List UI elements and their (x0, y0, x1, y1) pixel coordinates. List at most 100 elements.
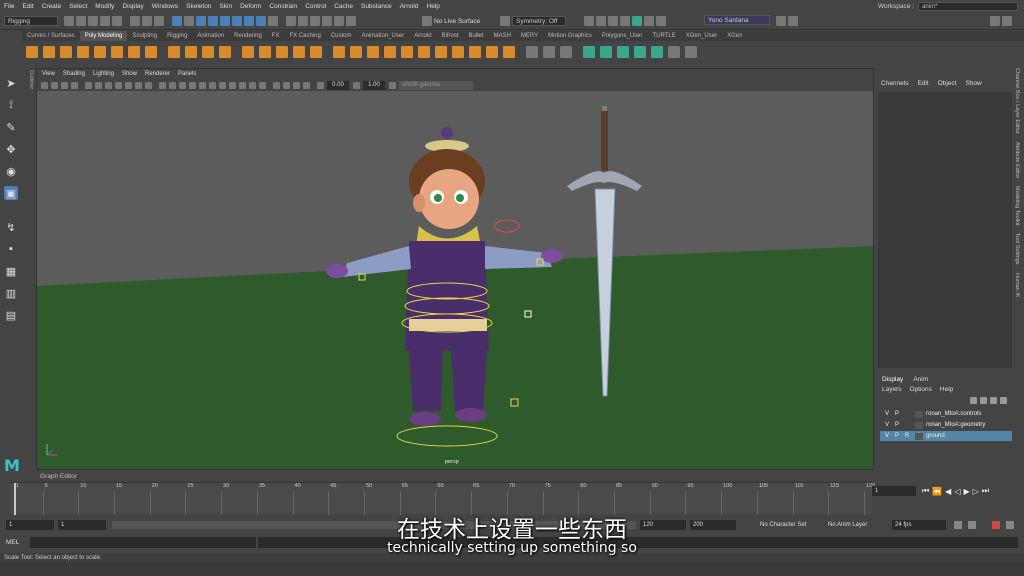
cylindrical-map-icon[interactable] (634, 46, 646, 58)
safe-action-icon[interactable] (135, 81, 142, 89)
move-tool-icon[interactable]: ✥ (4, 142, 18, 156)
layer-row[interactable]: V P Rground (880, 431, 1012, 441)
hypershade-icon[interactable] (632, 16, 642, 26)
go-to-start-icon[interactable]: ⏮ (922, 486, 929, 496)
side-by-side-icon[interactable]: ▥ (4, 286, 18, 300)
shelf-tab-fx-caching[interactable]: FX Caching (284, 31, 325, 41)
isolate-select-icon[interactable] (273, 81, 280, 89)
lasso-tool-icon[interactable]: ⟟ (4, 98, 18, 112)
use-all-lights-icon[interactable] (209, 81, 216, 89)
select-mask-icon[interactable] (172, 16, 182, 26)
circularize-icon[interactable] (503, 46, 515, 58)
channel-box-menu-edit[interactable]: Edit (917, 80, 928, 87)
menu-modify[interactable]: Modify (95, 3, 114, 10)
single-view-icon[interactable]: ▪ (4, 242, 18, 256)
append-polygon-icon[interactable] (384, 46, 396, 58)
depth-of-field-icon[interactable] (259, 81, 266, 89)
color-management-icon[interactable] (389, 81, 396, 89)
shelf-tab-polygons-user[interactable]: Polygons_User (597, 31, 648, 41)
menu-arnold[interactable]: Arnold (400, 3, 419, 10)
shelf-tab-curves-surfaces[interactable]: Curves / Surfaces (22, 31, 80, 41)
side-tab-tool-settings[interactable]: Tool Settings (1014, 233, 1020, 265)
poly-cylinder-icon[interactable] (60, 46, 72, 58)
slide-edge-icon[interactable] (560, 46, 572, 58)
menu-constrain[interactable]: Constrain (269, 3, 297, 10)
side-tab-channel-box-layer-editor[interactable]: Channel Box / Layer Editor (1014, 68, 1020, 134)
shelf-tab-xgen-user[interactable]: XGen_User (681, 31, 722, 41)
channel-box-body[interactable] (878, 92, 1012, 368)
menu-control[interactable]: Control (305, 3, 326, 10)
step-forward-frame-icon[interactable]: ▷ (973, 487, 979, 496)
panel-menu-lighting[interactable]: Lighting (93, 71, 114, 77)
toggle-panel-icon[interactable] (656, 16, 666, 26)
redo-icon[interactable] (112, 16, 122, 26)
menu-create[interactable]: Create (42, 3, 62, 10)
scale-tool-icon[interactable]: ▣ (4, 186, 18, 200)
shelf-tab-rigging[interactable]: Rigging (162, 31, 192, 41)
open-scene-icon[interactable] (76, 16, 86, 26)
panel-menu-panels[interactable]: Panels (178, 71, 196, 77)
snap-plane-icon[interactable] (322, 16, 332, 26)
soft-edge-icon[interactable] (668, 46, 680, 58)
live-surface-icon[interactable] (422, 16, 432, 26)
bridge-icon[interactable] (350, 46, 362, 58)
save-scene-icon[interactable] (88, 16, 98, 26)
shelf-tab-bifrost[interactable]: Bifrost (437, 31, 464, 41)
new-empty-layer-icon[interactable] (990, 397, 997, 404)
wedge-icon[interactable] (486, 46, 498, 58)
wireframe-icon[interactable] (159, 81, 166, 89)
move-layer-down-icon[interactable] (980, 397, 987, 404)
combine-icon[interactable] (242, 46, 254, 58)
screen-space-ao-icon[interactable] (229, 81, 236, 89)
mirror-icon[interactable] (310, 46, 322, 58)
magnet-icon[interactable] (346, 16, 356, 26)
poke-icon[interactable] (469, 46, 481, 58)
snap-point-icon[interactable] (310, 16, 320, 26)
mask-curve-icon[interactable] (196, 16, 206, 26)
panel-menu-view[interactable]: View (42, 71, 55, 77)
last-tool-icon[interactable]: ↯ (4, 220, 18, 234)
layer-tab-anim[interactable]: Anim (913, 376, 928, 383)
textured-icon[interactable] (199, 81, 206, 89)
step-back-key-icon[interactable]: ⏪ (932, 487, 942, 496)
poly-cone-icon[interactable] (77, 46, 89, 58)
target-weld-icon[interactable] (435, 46, 447, 58)
go-to-end-icon[interactable]: ⏭ (982, 486, 989, 496)
sidebar-toggle-icon[interactable] (788, 16, 798, 26)
automatic-map-icon[interactable] (617, 46, 629, 58)
menu-help[interactable]: Help (427, 3, 440, 10)
menu-select[interactable]: Select (69, 3, 87, 10)
gate-mask-icon[interactable] (115, 81, 122, 89)
side-tab-modeling-toolkit[interactable]: Modeling Toolkit (1014, 186, 1020, 225)
default-material-icon[interactable] (179, 81, 186, 89)
grid-toggle-icon[interactable] (85, 81, 92, 89)
xray-joints-icon[interactable] (303, 81, 310, 89)
layer-visibility-toggle[interactable]: V (882, 422, 892, 428)
separate-icon[interactable] (259, 46, 271, 58)
layer-name[interactable]: ground (926, 433, 945, 439)
field-chart-icon[interactable] (125, 81, 132, 89)
view-transform-dropdown[interactable]: sRGB gamma (399, 80, 473, 90)
layer-menu-options[interactable]: Options (910, 386, 932, 393)
scene-3d-view[interactable] (37, 91, 874, 470)
shelf-tab-arnold[interactable]: Arnold (409, 31, 436, 41)
multi-cut-icon[interactable] (418, 46, 430, 58)
account-icon[interactable] (776, 16, 786, 26)
extrude-icon[interactable] (333, 46, 345, 58)
bookmark-icon[interactable] (61, 81, 68, 89)
layer-playback-toggle[interactable]: P (892, 411, 902, 417)
channel-box-menu-channels[interactable]: Channels (881, 80, 908, 87)
workspace-dropdown[interactable]: anim* (918, 1, 1018, 11)
camera-attributes-icon[interactable] (51, 81, 58, 89)
lock-icon[interactable] (268, 16, 278, 26)
ipr-render-icon[interactable] (608, 16, 618, 26)
user-account-dropdown[interactable]: Yono Santana (704, 15, 770, 25)
mask-joint-icon[interactable] (184, 16, 194, 26)
menu-skeleton[interactable]: Skeleton (186, 3, 211, 10)
menu-substance[interactable]: Substance (361, 3, 392, 10)
bevel-icon[interactable] (367, 46, 379, 58)
move-layer-up-icon[interactable] (970, 397, 977, 404)
poly-disc-icon[interactable] (128, 46, 140, 58)
poly-torus-icon[interactable] (94, 46, 106, 58)
motion-blur-icon[interactable] (239, 81, 246, 89)
